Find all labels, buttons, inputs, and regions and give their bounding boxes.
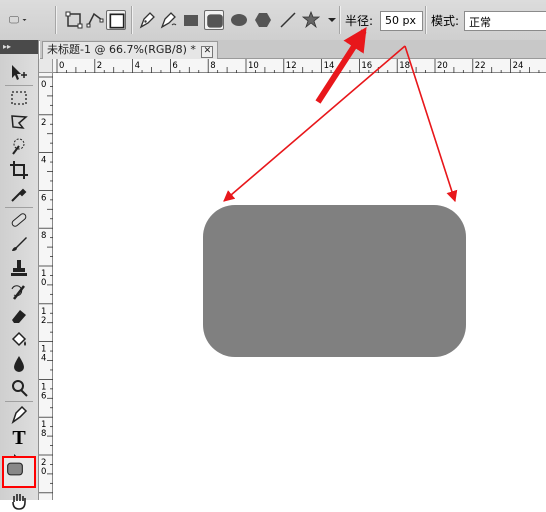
ruler-tick-label: 8 — [210, 61, 215, 71]
toolbox: ▸▸ T — [0, 40, 39, 510]
pen-tool-icon[interactable] — [137, 10, 157, 30]
rectangle-shape-icon[interactable] — [181, 10, 201, 30]
ruler-tick-label: 8 — [41, 231, 46, 241]
shape-options-dropdown-icon[interactable] — [322, 10, 336, 30]
ruler-tick-label: 2 — [97, 61, 102, 71]
ruler-tick-label: 22 — [475, 61, 486, 71]
line-shape-icon[interactable] — [278, 10, 298, 30]
ruler-tick-label: 20 — [437, 61, 448, 71]
ruler-tick-label: 12 — [286, 61, 297, 71]
mode-select[interactable]: 正常 — [464, 11, 546, 31]
shape-layers-icon[interactable] — [64, 10, 84, 30]
rounded-rectangle-tool-icon[interactable] — [2, 456, 36, 488]
ruler-tick-label: 24 — [513, 61, 524, 71]
fill-pixels-icon[interactable] — [106, 10, 126, 30]
separator — [5, 85, 33, 86]
paths-icon[interactable] — [85, 10, 105, 30]
ruler-tick-label: 18 — [399, 61, 410, 71]
ruler-tick-label: 10 — [248, 61, 259, 71]
ruler-tick-label: 0 — [41, 80, 46, 90]
healing-brush-tool-icon[interactable] — [8, 209, 30, 231]
type-tool-icon[interactable]: T — [8, 427, 30, 449]
radius-label: 半径: — [345, 14, 374, 28]
radius-input[interactable]: 50 px — [380, 11, 423, 31]
crop-tool-icon[interactable] — [8, 159, 30, 181]
document-tab-title: 未标题-1 @ 66.7%(RGB/8) * — [47, 43, 196, 56]
separator — [131, 6, 132, 34]
ruler-tick-label: 4 — [135, 61, 140, 71]
ruler-tick-label: 0 — [41, 278, 46, 288]
move-tool-icon[interactable] — [8, 62, 30, 84]
quick-selection-tool-icon[interactable] — [8, 135, 30, 157]
ruler-tick-label: 2 — [41, 316, 46, 326]
vertical-ruler[interactable]: 02468101214161820 — [39, 73, 53, 500]
separator — [339, 6, 340, 34]
document-tab[interactable]: 未标题-1 @ 66.7%(RGB/8) * ✕ — [42, 41, 219, 59]
ruler-tick-label: 16 — [361, 61, 372, 71]
ruler-tick-label: 8 — [41, 429, 46, 439]
history-brush-tool-icon[interactable] — [8, 281, 30, 303]
lasso-tool-icon[interactable] — [8, 111, 30, 133]
ruler-tick-label: 6 — [41, 193, 46, 203]
options-bar: 半径: 50 px 模式: 正常 — [0, 0, 546, 41]
freeform-pen-icon[interactable] — [158, 10, 178, 30]
document-canvas[interactable] — [53, 73, 546, 500]
ruler-tick-label: 6 — [172, 61, 177, 71]
blur-tool-icon[interactable] — [8, 353, 30, 375]
dodge-tool-icon[interactable] — [8, 377, 30, 399]
mode-label: 模式: — [431, 14, 460, 28]
ruler-tick-label: 0 — [41, 467, 46, 477]
rounded-rectangle-shape[interactable] — [203, 205, 466, 357]
hand-tool-icon[interactable] — [8, 490, 30, 512]
close-icon[interactable]: ✕ — [201, 46, 214, 58]
tool-preset-picker[interactable] — [8, 10, 48, 30]
eyedropper-tool-icon[interactable] — [8, 183, 30, 205]
ruler-tick-label: 4 — [41, 354, 46, 364]
ruler-tick-label: 4 — [41, 156, 46, 166]
marquee-tool-icon[interactable] — [8, 87, 30, 109]
clone-stamp-tool-icon[interactable] — [8, 257, 30, 279]
ruler-tick-label: 14 — [324, 61, 335, 71]
ruler-tick-label: 6 — [41, 391, 46, 401]
ruler-origin[interactable] — [39, 59, 53, 73]
ruler-tick-label: 2 — [41, 118, 46, 128]
custom-shape-icon[interactable] — [301, 10, 321, 30]
separator — [5, 207, 33, 208]
separator — [55, 6, 56, 34]
ellipse-shape-icon[interactable] — [229, 10, 249, 30]
polygon-shape-icon[interactable] — [253, 10, 273, 30]
document-tab-strip: 未标题-1 @ 66.7%(RGB/8) * ✕ — [40, 40, 546, 59]
ruler-tick-label: 0 — [59, 61, 64, 71]
separator — [425, 6, 426, 34]
horizontal-ruler[interactable]: 0 2 4 6 8 10 12 14 16 18 20 22 24 — [53, 59, 546, 73]
toolbox-collapse-toggle[interactable]: ▸▸ — [0, 40, 38, 54]
separator — [5, 401, 33, 402]
eraser-tool-icon[interactable] — [8, 305, 30, 327]
rounded-rectangle-shape-icon[interactable] — [204, 10, 224, 30]
paint-bucket-tool-icon[interactable] — [8, 329, 30, 351]
brush-tool-icon[interactable] — [8, 233, 30, 255]
pen-tool-icon[interactable] — [8, 403, 30, 425]
